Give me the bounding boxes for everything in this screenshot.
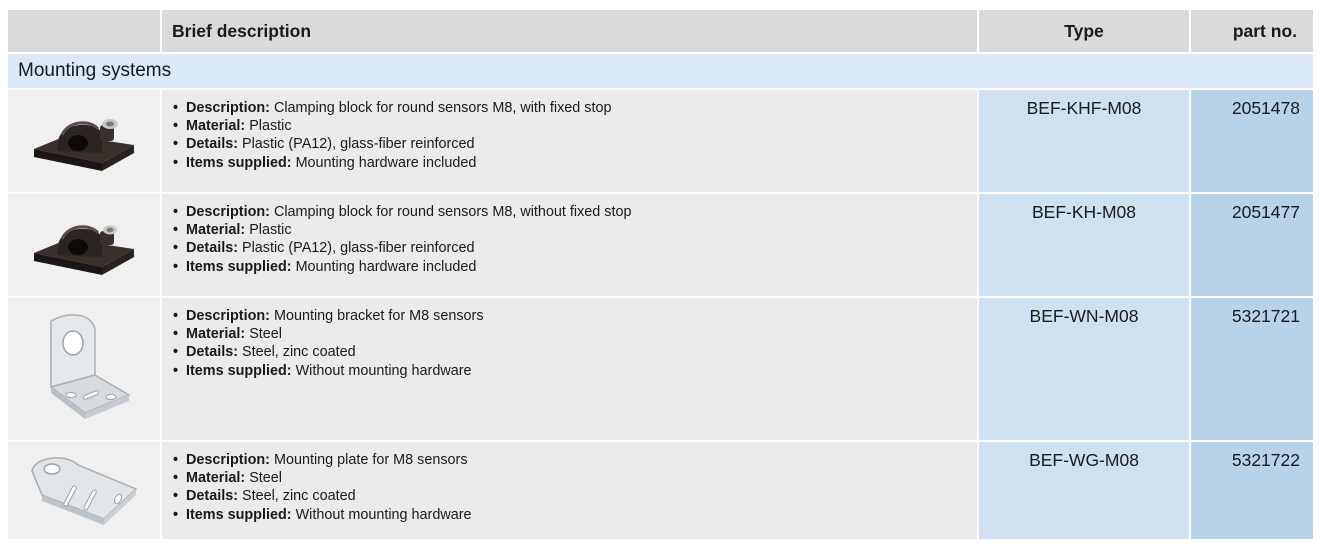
material-value: Steel [249, 470, 282, 487]
part-no-cell: 2051478 [1189, 90, 1313, 192]
type-cell: BEF-KH-M08 [977, 194, 1189, 296]
description-label: Description: [186, 100, 270, 116]
list-item: Items supplied: Mounting hardware includ… [173, 258, 977, 276]
description-label: Description: [186, 308, 270, 324]
clamping-block-icon [8, 194, 160, 296]
details-value: Steel, zinc coated [241, 488, 356, 505]
items-supplied-value: Mounting hardware included [295, 154, 477, 171]
list-item: Material: Plastic [173, 221, 977, 239]
list-item: Details: Steel, zinc coated [173, 343, 977, 361]
details-value: Plastic (PA12), glass-fiber reinforced [241, 136, 475, 153]
details-label: Details: [186, 240, 238, 257]
table-header: Brief description Type part no. [8, 10, 1313, 54]
items-supplied-value: Without mounting hardware [295, 362, 472, 379]
mounting-bracket-icon [8, 298, 160, 440]
part-no-cell: 5321721 [1189, 298, 1313, 440]
list-item: Description: Mounting bracket for M8 sen… [173, 307, 977, 325]
header-part-no: part no. [1189, 10, 1313, 52]
items-supplied-label: Items supplied: [186, 362, 292, 379]
material-value: Steel [249, 326, 282, 343]
material-label: Material: [186, 118, 246, 135]
list-item: Items supplied: Without mounting hardwar… [173, 362, 977, 380]
type-cell: BEF-WG-M08 [977, 442, 1189, 539]
header-type: Type [977, 10, 1189, 52]
description-cell: Description: Mounting bracket for M8 sen… [160, 298, 977, 440]
items-supplied-label: Items supplied: [186, 258, 292, 275]
details-value: Plastic (PA12), glass-fiber reinforced [241, 240, 475, 257]
clamping-block-icon [8, 90, 160, 192]
list-item: Material: Steel [173, 469, 977, 487]
details-label: Details: [186, 344, 238, 361]
details-label: Details: [186, 488, 238, 505]
details-label: Details: [186, 136, 238, 153]
material-label: Material: [186, 326, 246, 343]
material-label: Material: [186, 470, 246, 487]
description-label: Description: [186, 452, 270, 468]
section-title: Mounting systems [8, 54, 1313, 90]
description-cell: Description: Clamping block for round se… [160, 90, 977, 192]
description-label: Description: [186, 204, 270, 220]
header-image-cell [8, 10, 160, 52]
accessories-table: Brief description Type part no. Mounting… [8, 10, 1313, 539]
list-item: Description: Clamping block for round se… [173, 203, 977, 221]
table-row: Description: Clamping block for round se… [8, 90, 1313, 194]
list-item: Details: Plastic (PA12), glass-fiber rei… [173, 239, 977, 257]
details-value: Steel, zinc coated [241, 344, 356, 361]
description-value: Mounting plate for M8 sensors [273, 452, 468, 468]
list-item: Details: Plastic (PA12), glass-fiber rei… [173, 135, 977, 153]
description-value: Mounting bracket for M8 sensors [273, 308, 484, 324]
table-row: Description: Mounting bracket for M8 sen… [8, 298, 1313, 442]
part-no-cell: 5321722 [1189, 442, 1313, 539]
table-row: Description: Clamping block for round se… [8, 194, 1313, 298]
items-supplied-value: Without mounting hardware [295, 506, 472, 523]
description-cell: Description: Clamping block for round se… [160, 194, 977, 296]
items-supplied-label: Items supplied: [186, 506, 292, 523]
list-item: Material: Plastic [173, 117, 977, 135]
part-no-cell: 2051477 [1189, 194, 1313, 296]
mounting-plate-icon [8, 442, 160, 539]
list-item: Description: Mounting plate for M8 senso… [173, 451, 977, 469]
material-value: Plastic [249, 118, 292, 135]
type-cell: BEF-KHF-M08 [977, 90, 1189, 192]
list-item: Items supplied: Without mounting hardwar… [173, 506, 977, 524]
description-value: Clamping block for round sensors M8, wit… [273, 204, 632, 220]
list-item: Items supplied: Mounting hardware includ… [173, 154, 977, 172]
material-value: Plastic [249, 222, 292, 239]
list-item: Details: Steel, zinc coated [173, 487, 977, 505]
material-label: Material: [186, 222, 246, 239]
list-item: Description: Clamping block for round se… [173, 99, 977, 117]
list-item: Material: Steel [173, 325, 977, 343]
description-cell: Description: Mounting plate for M8 senso… [160, 442, 977, 539]
items-supplied-value: Mounting hardware included [295, 258, 477, 275]
type-cell: BEF-WN-M08 [977, 298, 1189, 440]
table-row: Description: Mounting plate for M8 senso… [8, 442, 1313, 539]
items-supplied-label: Items supplied: [186, 154, 292, 171]
header-brief-description: Brief description [160, 10, 977, 52]
description-value: Clamping block for round sensors M8, wit… [273, 100, 612, 116]
